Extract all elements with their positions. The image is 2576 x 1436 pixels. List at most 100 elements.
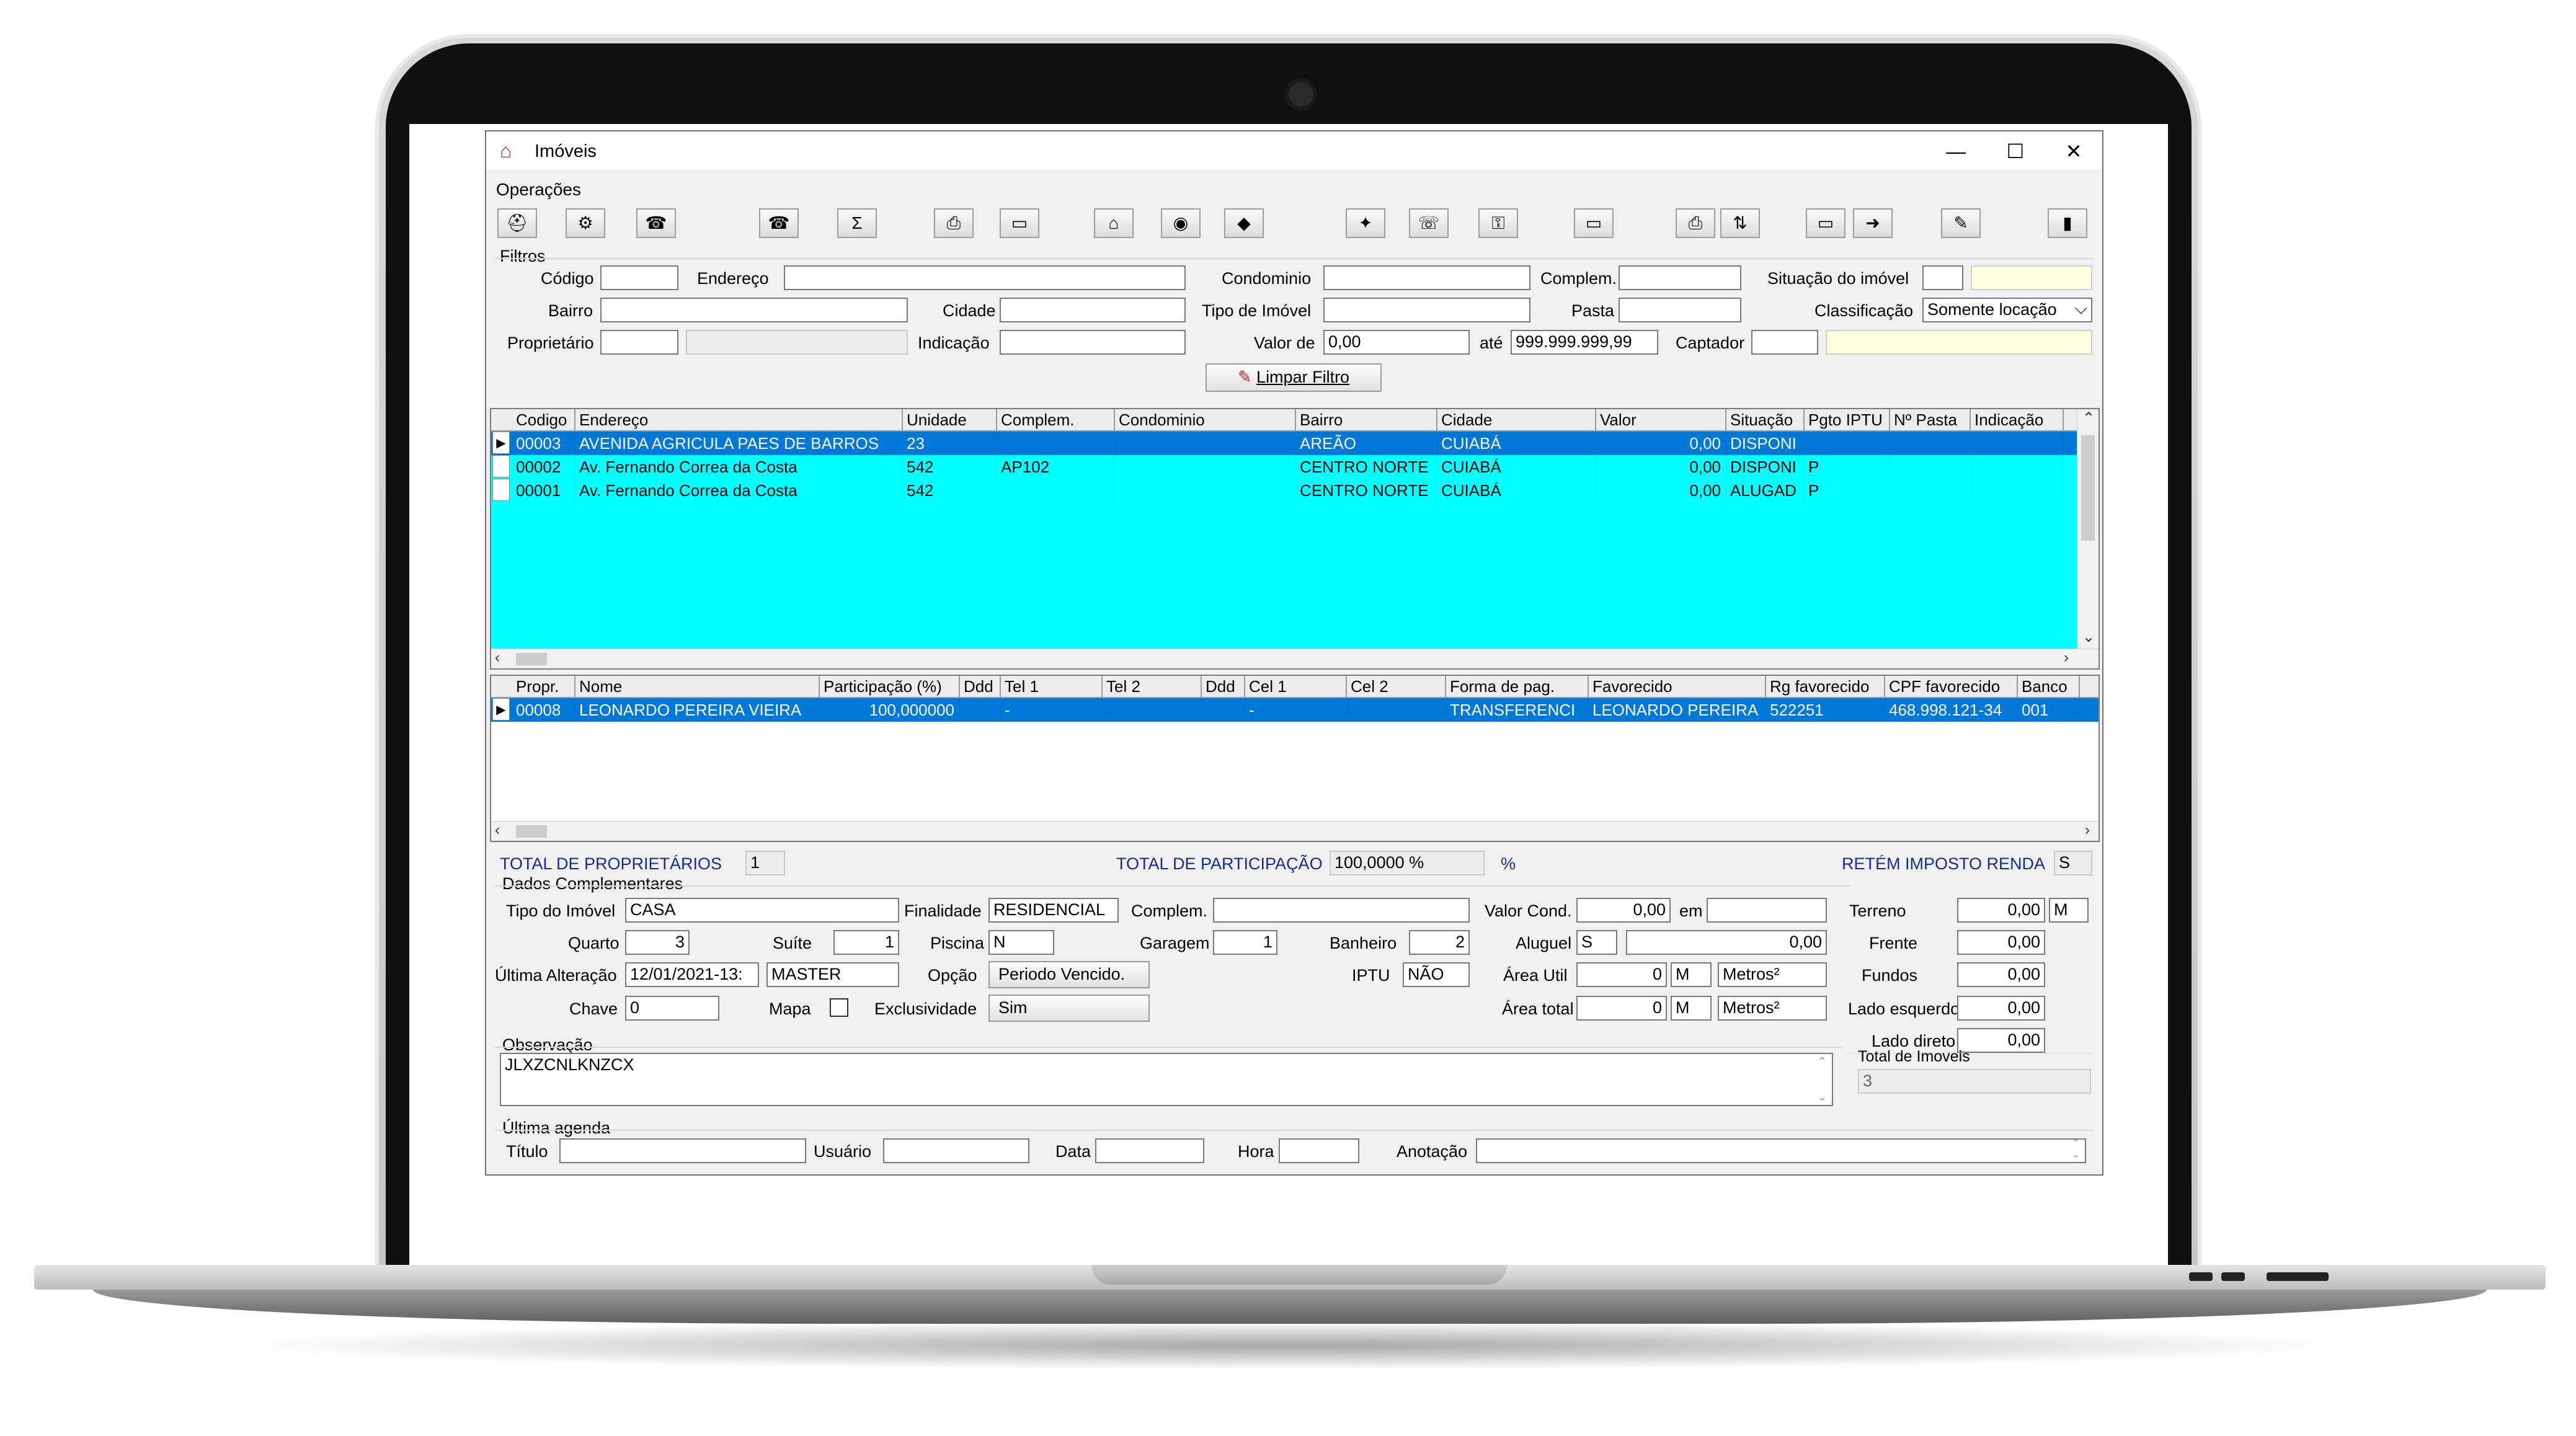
garagem-input[interactable]: 1: [1213, 930, 1277, 955]
toolbar-button-7[interactable]: ▭: [1000, 208, 1039, 238]
condominio-input[interactable]: [1323, 265, 1530, 290]
column-header[interactable]: Cel 1: [1245, 676, 1347, 697]
column-header[interactable]: Valor: [1596, 409, 1726, 430]
column-header[interactable]: Participação (%): [820, 676, 960, 697]
scroll-right-icon[interactable]: ›: [2085, 822, 2090, 839]
observacao-textarea[interactable]: JLXZCNLKNZCX ⌃ ⌄: [500, 1053, 1833, 1106]
toolbar-button-16[interactable]: ⇅: [1720, 208, 1760, 238]
proprietarios-grid[interactable]: Propr. Nome Participação (%) Ddd Tel 1 Tel 2D…: [490, 675, 2100, 842]
classificacao-select[interactable]: Somente locação ⌵: [1922, 298, 2092, 322]
scroll-up-icon[interactable]: ⌃: [1818, 1055, 1827, 1068]
valor-de-input[interactable]: 0,00: [1323, 330, 1470, 355]
area-total-measure[interactable]: Metros²: [1718, 996, 1827, 1021]
toolbar-button-10[interactable]: ◆: [1224, 208, 1264, 238]
exclusividade-button[interactable]: Sim: [988, 995, 1150, 1022]
toolbar-button-2[interactable]: ⚙: [566, 208, 605, 238]
column-header[interactable]: Tel 1: [1001, 676, 1103, 697]
toolbar-button-1[interactable]: ⛑: [497, 208, 537, 238]
ate-input[interactable]: 999.999.999,99: [1511, 330, 1658, 355]
scroll-thumb[interactable]: [516, 825, 547, 838]
area-total-input[interactable]: 0: [1576, 996, 1667, 1021]
column-header[interactable]: Favorecido: [1589, 676, 1766, 697]
limpar-filtro-button[interactable]: ✎ Limpar Filtro: [1206, 363, 1382, 392]
horizontal-scrollbar[interactable]: ‹ ›: [491, 649, 2099, 668]
close-button[interactable]: ✕: [2049, 138, 2099, 165]
scroll-thumb[interactable]: [516, 653, 547, 665]
scroll-thumb[interactable]: [2081, 435, 2095, 541]
maximize-button[interactable]: ☐: [1991, 138, 2040, 165]
toolbar-button-sum[interactable]: Σ: [837, 208, 877, 238]
column-header[interactable]: Propr.: [512, 676, 575, 697]
complem-input[interactable]: [1213, 898, 1470, 923]
column-header[interactable]: Nome: [575, 676, 820, 697]
suite-input[interactable]: 1: [833, 930, 899, 955]
mapa-checkbox[interactable]: [830, 998, 848, 1017]
hora-input[interactable]: [1279, 1138, 1359, 1163]
column-header[interactable]: Tel 2: [1103, 676, 1202, 697]
scroll-left-icon[interactable]: ‹: [495, 822, 500, 839]
column-header[interactable]: Cidade: [1437, 409, 1596, 430]
captador-input[interactable]: [1751, 330, 1818, 355]
column-header[interactable]: Indicação: [1971, 409, 2064, 430]
table-row[interactable]: 00002 Av. Fernando Correa da Costa 542 AP10…: [491, 455, 2099, 479]
opcao-button[interactable]: Periodo Vencido.: [988, 961, 1150, 988]
aluguel-flag-input[interactable]: S: [1576, 930, 1617, 955]
codigo-input[interactable]: [600, 265, 678, 290]
menu-operacoes[interactable]: Operações: [496, 180, 581, 200]
scroll-left-icon[interactable]: ‹: [495, 649, 500, 667]
imoveis-grid[interactable]: Codigo Endereço Unidade Complem. Condominio B…: [490, 408, 2100, 670]
chave-input[interactable]: 0: [625, 996, 719, 1021]
scroll-right-icon[interactable]: ›: [2064, 649, 2069, 667]
toolbar-button-19[interactable]: ✎: [1941, 208, 1981, 238]
column-header[interactable]: Situação: [1726, 409, 1805, 430]
column-header[interactable]: Banco: [2018, 676, 2080, 697]
toolbar-button-exit[interactable]: ▮: [2048, 208, 2087, 238]
column-header[interactable]: Cel 2: [1347, 676, 1446, 697]
situacao-input[interactable]: [1922, 265, 1963, 290]
cidade-input[interactable]: [1000, 298, 1186, 322]
toolbar-button-9[interactable]: ◉: [1161, 208, 1201, 238]
column-header[interactable]: Forma de pag.: [1446, 676, 1589, 697]
quarto-input[interactable]: 3: [625, 930, 690, 955]
scroll-up-icon[interactable]: ⌃: [2082, 409, 2095, 427]
column-header[interactable]: Nº Pasta: [1890, 409, 1971, 430]
area-total-unit[interactable]: M: [1671, 996, 1712, 1021]
scroll-down-icon[interactable]: ⌄: [1818, 1091, 1827, 1104]
toolbar-button-3[interactable]: ☎: [636, 208, 676, 238]
data-input[interactable]: [1095, 1138, 1204, 1163]
column-header[interactable]: Codigo: [512, 409, 575, 430]
toolbar-button-15[interactable]: ⎙: [1676, 208, 1715, 238]
spin-icon[interactable]: ⌃ ⌄: [2072, 1140, 2080, 1161]
column-header[interactable]: Ddd: [960, 676, 1001, 697]
column-header[interactable]: Pgto IPTU: [1805, 409, 1890, 430]
endereco-input[interactable]: [784, 265, 1186, 290]
tipo-imovel-filter-input[interactable]: [1323, 298, 1530, 322]
toolbar-button-14[interactable]: ▭: [1574, 208, 1614, 238]
toolbar-button-key[interactable]: ⚿: [1478, 208, 1518, 238]
minimize-button[interactable]: —: [1931, 138, 1981, 165]
toolbar-button-12[interactable]: ☏: [1409, 208, 1449, 238]
anotacao-input[interactable]: ⌃ ⌄: [1476, 1138, 2086, 1163]
finalidade-input[interactable]: RESIDENCIAL: [988, 898, 1119, 923]
column-header[interactable]: Ddd: [1202, 676, 1245, 697]
toolbar-button-arrow[interactable]: ➜: [1853, 208, 1893, 238]
vertical-scrollbar[interactable]: ⌃ ⌄: [2077, 409, 2099, 649]
usuario-input[interactable]: [883, 1138, 1029, 1163]
column-header[interactable]: Condominio: [1115, 409, 1296, 430]
toolbar-button-11[interactable]: ✦: [1346, 208, 1385, 238]
fundos-input[interactable]: 0,00: [1957, 962, 2045, 987]
complem-filter-input[interactable]: [1619, 265, 1741, 290]
table-row[interactable]: ▶ 00003 AVENIDA AGRICULA PAES DE BARROS 23 A…: [491, 432, 2099, 455]
frente-input[interactable]: 0,00: [1957, 930, 2045, 955]
area-util-measure[interactable]: Metros²: [1718, 962, 1827, 987]
toolbar-button-print[interactable]: ⎙: [934, 208, 974, 238]
column-header[interactable]: Unidade: [903, 409, 997, 430]
toolbar-button-house[interactable]: ⌂: [1094, 208, 1134, 238]
indicacao-input[interactable]: [1000, 330, 1186, 355]
horizontal-scrollbar[interactable]: ‹ ›: [491, 821, 2099, 841]
iptu-input[interactable]: NÃO: [1403, 962, 1470, 987]
em-input[interactable]: [1707, 898, 1827, 923]
piscina-input[interactable]: N: [988, 930, 1054, 955]
toolbar-button-17[interactable]: ▭: [1806, 208, 1845, 238]
tipo-imovel-input[interactable]: CASA: [625, 898, 899, 923]
